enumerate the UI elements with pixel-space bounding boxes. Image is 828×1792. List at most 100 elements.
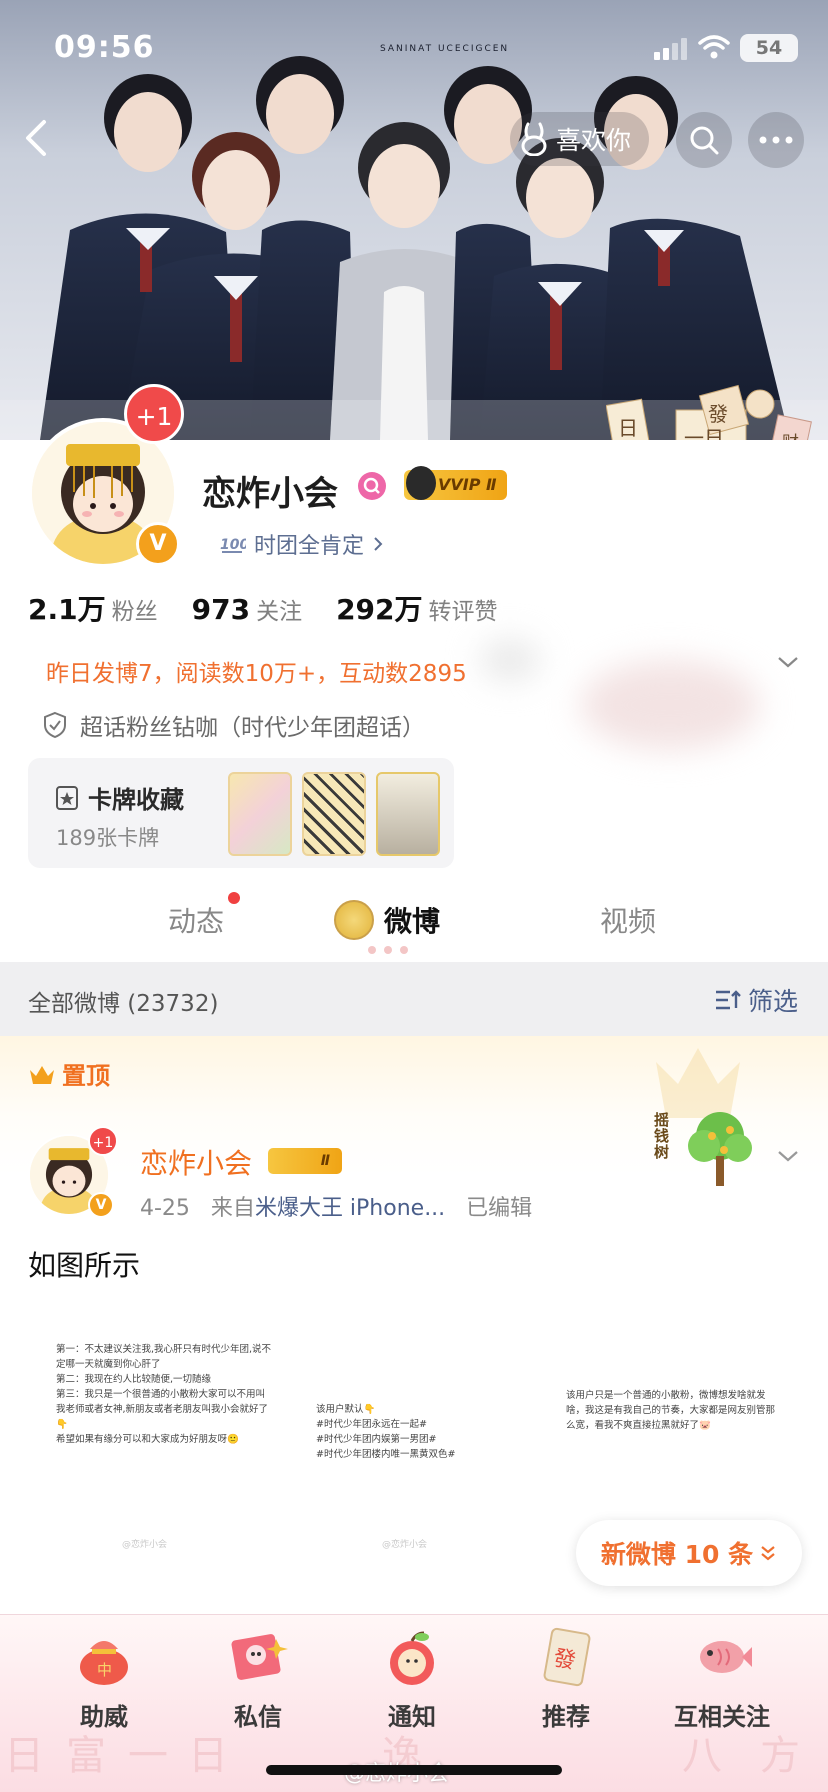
- back-arrow-icon[interactable]: [16, 116, 56, 160]
- chevron-right-icon: [374, 537, 383, 551]
- post-image-2-line: #时代少年团楼内唯一黑黄双色#: [316, 1449, 456, 1460]
- all-posts-count[interactable]: 全部微博 (23732): [28, 984, 218, 1018]
- stat-reposts-label: 转评赞: [428, 599, 498, 625]
- blurred-decoration-2: [580, 660, 760, 750]
- tab-activity[interactable]: 动态: [168, 900, 224, 940]
- post-image-1-watermark: @恋炸小会: [122, 1540, 168, 1550]
- hundred-points-icon: 100: [220, 537, 246, 553]
- svg-text:中: 中: [97, 1661, 112, 1679]
- honor-link[interactable]: 100 时团全肯定: [220, 528, 384, 560]
- stat-followers-num: 2.1万: [28, 593, 106, 626]
- blurred-decoration: [480, 640, 540, 680]
- tab-video[interactable]: 视频: [600, 900, 656, 940]
- pinned-label: 置顶: [62, 1062, 110, 1090]
- profile-avatar-wrap[interactable]: +1 V: [28, 384, 184, 568]
- new-posts-label: 新微博 10 条: [600, 1540, 754, 1569]
- fan-badge-line[interactable]: 超话粉丝钻咖（时代少年团超话）: [42, 708, 425, 742]
- post-image-2[interactable]: 该用户默认👇 #时代少年团永远在一起# #时代少年团内娱第一男团# #时代少年团…: [312, 1336, 532, 1564]
- activity-summary[interactable]: 昨日发博7，阅读数10万+，互动数2895: [46, 654, 467, 688]
- stat-following[interactable]: 973 关注: [192, 592, 302, 626]
- post-image-1-line: 👇: [56, 1419, 68, 1430]
- recommend-button[interactable]: 發 推荐: [506, 1625, 626, 1732]
- stat-following-num: 973: [191, 593, 251, 626]
- verified-badge: V: [136, 522, 180, 566]
- svg-text:100: 100: [220, 537, 246, 553]
- star-card-icon: [56, 785, 78, 810]
- profile-stats: 2.1万 粉丝 973 关注 292万 转评赞: [28, 588, 498, 628]
- card-collection-title: 卡牌收藏: [54, 780, 184, 815]
- more-button[interactable]: [748, 112, 804, 168]
- filter-button[interactable]: 筛选: [714, 982, 798, 1018]
- chevron-down-icon[interactable]: [776, 654, 800, 670]
- rabbit-icon: [521, 122, 547, 156]
- post-image-1[interactable]: 第一：不太建议关注我,我心肝只有时代少年团,说不 定哪一天就魔到你心肝了 第二：…: [52, 1336, 276, 1564]
- crown-coin-icon: [334, 900, 374, 940]
- money-tree-label: 摇钱树: [654, 1111, 670, 1161]
- post-image-3-line: 么宽，看我不爽直接拉黑就好了🐷: [566, 1420, 711, 1431]
- search-icon: [690, 126, 719, 155]
- cheer-button[interactable]: 中 助威: [44, 1625, 164, 1732]
- search-button[interactable]: [676, 112, 732, 168]
- like-you-button[interactable]: 喜欢你: [510, 112, 650, 166]
- recommend-label: 推荐: [542, 1703, 590, 1731]
- sticker-char-4: 發: [708, 402, 728, 426]
- stat-following-label: 关注: [256, 599, 303, 625]
- post-image-1-line: 第二：我现在约人比较随便,一切随缘: [56, 1374, 212, 1385]
- stat-followers[interactable]: 2.1万 粉丝: [28, 588, 158, 628]
- money-tree-icon[interactable]: 摇钱树: [652, 1106, 762, 1196]
- post-from-prefix: 来自: [210, 1196, 255, 1221]
- battery-indicator: 54: [740, 34, 798, 62]
- post-image-3-line: 该用户只是一个普通的小散粉，微博想发啥就发: [566, 1390, 766, 1401]
- card-thumb-3[interactable]: [376, 772, 440, 856]
- profile-name: 恋炸小会: [202, 474, 338, 514]
- fan-badge-label: 超话粉丝钻咖（时代少年团超话）: [80, 715, 425, 741]
- vvip-badge[interactable]: VVIP Ⅱ: [404, 466, 507, 500]
- cheer-label: 助威: [80, 1703, 128, 1731]
- profile-tabs: 动态 微博 视频: [0, 880, 828, 958]
- post-verified-badge: V: [88, 1192, 114, 1218]
- super-topic-icon[interactable]: [358, 472, 386, 500]
- card-count: 189张卡牌: [56, 826, 160, 850]
- messages-button[interactable]: 私信: [198, 1625, 318, 1732]
- home-indicator[interactable]: [266, 1765, 562, 1775]
- post-image-1-line: 希望如果有缘分可以和大家成为好朋友呀🙂: [56, 1434, 239, 1445]
- post-image-2-line: #时代少年团内娱第一男团#: [316, 1434, 437, 1445]
- notifications-button[interactable]: 通知: [352, 1625, 472, 1732]
- vvip-label: VVIP Ⅱ: [438, 475, 497, 494]
- avatar-plus-badge[interactable]: +1: [124, 384, 184, 444]
- post-image-2-watermark: @恋炸小会: [382, 1540, 428, 1550]
- lucky-bag-icon: 中: [80, 1641, 128, 1685]
- tab-activity-dot: [228, 892, 240, 904]
- post-image-1-line: 第三：我只是一个很普通的小散粉大家可以不用叫: [56, 1389, 266, 1400]
- post-author-name[interactable]: 恋炸小会: [140, 1142, 252, 1182]
- filter-label: 筛选: [748, 987, 799, 1016]
- tab-weibo[interactable]: 微博: [384, 900, 440, 940]
- post-edited: 已编辑: [466, 1196, 533, 1221]
- post-image-2-line: 该用户默认👇: [316, 1404, 376, 1415]
- bottom-toolbar: 日 富 一 日 逸 八 方 中 助威 私信 通知 發 推荐 互相关注: [0, 1614, 828, 1792]
- post-vip-badge[interactable]: Ⅱ: [268, 1148, 342, 1174]
- filter-bar: 全部微博 (23732) 筛选: [0, 962, 828, 1036]
- like-you-label: 喜欢你: [556, 126, 632, 155]
- bg-char: 日: [4, 1733, 44, 1779]
- notifications-label: 通知: [388, 1703, 436, 1731]
- apple-icon: [390, 1631, 434, 1685]
- filter-icon: [716, 990, 741, 1010]
- card-collection[interactable]: 卡牌收藏 189张卡牌: [28, 758, 454, 868]
- post-source[interactable]: 米爆大王 iPhone...: [255, 1196, 445, 1221]
- post-menu-chevron-icon[interactable]: [776, 1148, 800, 1164]
- stat-reposts-num: 292万: [336, 593, 423, 626]
- vip-avatar-icon: [406, 466, 436, 500]
- post-image-1-line: 定哪一天就魔到你心肝了: [56, 1359, 161, 1370]
- post-meta: 4-25 来自米爆大王 iPhone... 已编辑: [140, 1190, 532, 1222]
- more-dots-icon: [759, 136, 793, 144]
- status-bar: 09:56 SANINAT UCECIGCEN 54: [0, 0, 828, 100]
- stat-reposts[interactable]: 292万 转评赞: [336, 588, 497, 628]
- wifi-icon: [698, 35, 730, 59]
- post-image-1-line: 我老师或者女神,新朋友或者老朋友叫我小会就好了: [56, 1404, 269, 1415]
- card-thumb-2[interactable]: [302, 772, 366, 856]
- mutual-follow-button[interactable]: 互相关注: [662, 1625, 782, 1732]
- new-posts-button[interactable]: 新微博 10 条: [576, 1520, 802, 1586]
- sticker-char-2: 富: [622, 436, 638, 440]
- card-thumb-1[interactable]: [228, 772, 292, 856]
